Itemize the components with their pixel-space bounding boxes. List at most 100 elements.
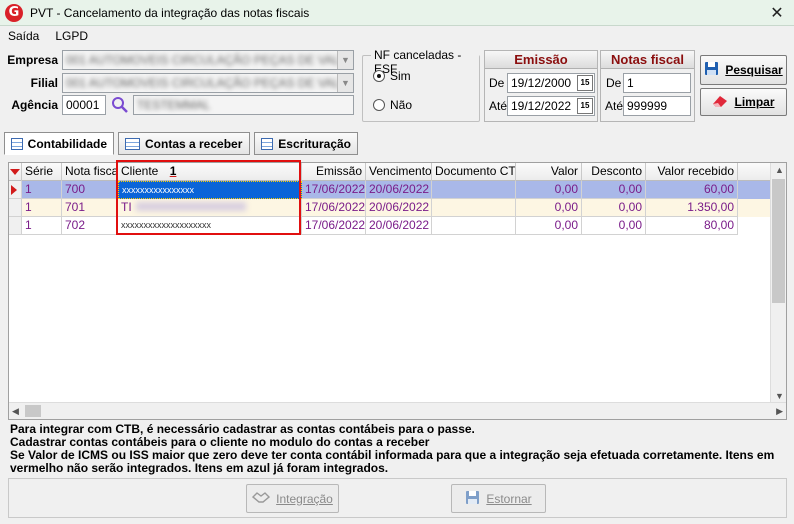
cell-emissao[interactable]: 17/06/2022 xyxy=(302,181,366,199)
estornar-button[interactable]: Estornar xyxy=(451,484,546,513)
app-logo-icon: G xyxy=(5,3,23,22)
cell-cliente[interactable]: TI xyxy=(118,199,302,217)
cell-serie[interactable]: 1 xyxy=(22,217,62,235)
row-pointer-icon xyxy=(11,185,17,195)
cell-serie[interactable]: 1 xyxy=(22,181,62,199)
tab-escrituracao-label: Escrituração xyxy=(278,136,351,151)
header-desconto[interactable]: Desconto xyxy=(582,163,646,181)
tab-contabilidade[interactable]: Contabilidade xyxy=(4,132,114,155)
radio-sim-dot[interactable] xyxy=(373,70,385,82)
cell-documento-ctb[interactable] xyxy=(432,181,516,199)
notas-de-input[interactable]: 1 xyxy=(623,73,691,93)
table-row[interactable]: 1 702 xxxxxxxxxxxxxxxxxxxx 17/06/2022 20… xyxy=(9,217,771,235)
cell-nota-fiscal[interactable]: 701 xyxy=(62,199,118,217)
radio-sim[interactable]: Sim xyxy=(373,69,411,83)
horizontal-scroll-thumb[interactable] xyxy=(25,405,41,417)
scroll-down-icon[interactable]: ▼ xyxy=(775,391,784,401)
table-row[interactable]: 1 701 TI 17/06/2022 20/06/2022 0,00 0,00… xyxy=(9,199,771,217)
header-indicator[interactable] xyxy=(9,163,22,181)
cell-emissao[interactable]: 17/06/2022 xyxy=(302,199,366,217)
tab-escrituracao[interactable]: Escrituração xyxy=(254,132,358,155)
save-disk-icon xyxy=(465,490,480,508)
cell-vencimento[interactable]: 20/06/2022 xyxy=(366,217,432,235)
chevron-down-icon[interactable]: ▼ xyxy=(337,74,353,92)
radio-nao-dot[interactable] xyxy=(373,99,385,111)
estornar-label: Estornar xyxy=(486,491,532,506)
row-indicator xyxy=(9,181,22,199)
cell-vencimento[interactable]: 20/06/2022 xyxy=(366,181,432,199)
cell-emissao[interactable]: 17/06/2022 xyxy=(302,217,366,235)
tab-contas-a-receber[interactable]: Contas a receber xyxy=(118,132,250,155)
cell-valor-recebido[interactable]: 60,00 xyxy=(646,181,738,199)
table-icon xyxy=(125,137,140,150)
save-disk-icon xyxy=(704,61,719,79)
cliente-sort-marker: 1 xyxy=(169,164,177,178)
cell-documento-ctb[interactable] xyxy=(432,199,516,217)
calendar-icon[interactable]: 15 xyxy=(577,75,593,91)
table-icon xyxy=(261,137,274,150)
filial-select[interactable]: 001 AUTOMOVEIS CIRCULAÇÃO PEÇAS DE VALEI… xyxy=(62,73,354,93)
notas-title: Notas fiscal xyxy=(601,51,694,69)
redacted-blur xyxy=(135,202,246,211)
pesquisar-button[interactable]: Pesquisar xyxy=(700,55,787,85)
agencia-code-input[interactable]: 00001 xyxy=(62,95,106,115)
search-icon[interactable] xyxy=(110,95,130,115)
calendar-icon[interactable]: 15 xyxy=(577,98,593,114)
cell-valor[interactable]: 0,00 xyxy=(516,199,582,217)
cell-nota-fiscal[interactable]: 700 xyxy=(62,181,118,199)
radio-nao-label: Não xyxy=(390,98,413,112)
cell-vencimento[interactable]: 20/06/2022 xyxy=(366,199,432,217)
empresa-select[interactable]: 001 AUTOMOVEIS CIRCULAÇÃO PEÇAS DE VALEI… xyxy=(62,50,354,70)
emissao-ate-label: Até xyxy=(489,99,508,113)
empresa-value: 001 AUTOMOVEIS CIRCULAÇÃO PEÇAS DE VALEI… xyxy=(66,53,354,67)
header-valor[interactable]: Valor xyxy=(516,163,582,181)
vertical-scroll-thumb[interactable] xyxy=(772,179,785,303)
horizontal-scrollbar[interactable]: ◀ ▶ xyxy=(9,402,786,419)
vertical-scrollbar[interactable]: ▲ ▼ xyxy=(770,163,786,403)
header-documento-ctb[interactable]: Documento CTB xyxy=(432,163,516,181)
close-icon[interactable]: ✕ xyxy=(768,3,786,23)
header-serie[interactable]: Série xyxy=(22,163,62,181)
agencia-name-field: TESTEMMAL xyxy=(133,95,354,115)
cell-nota-fiscal[interactable]: 702 xyxy=(62,217,118,235)
limpar-button[interactable]: Limpar xyxy=(700,88,787,116)
tab-contas-a-receber-label: Contas a receber xyxy=(145,136,243,151)
notas-ate-label: Até xyxy=(605,99,624,113)
cell-desconto[interactable]: 0,00 xyxy=(582,199,646,217)
header-emissao[interactable]: Emissão xyxy=(302,163,366,181)
table-row[interactable]: 1 700 xxxxxxxxxxxxxxxx 17/06/2022 20/06/… xyxy=(9,181,771,199)
cell-serie[interactable]: 1 xyxy=(22,199,62,217)
table-icon xyxy=(11,137,23,150)
cell-cliente[interactable]: xxxxxxxxxxxxxxxxxxxx xyxy=(118,217,302,235)
cell-desconto[interactable]: 0,00 xyxy=(582,217,646,235)
cell-desconto[interactable]: 0,00 xyxy=(582,181,646,199)
header-vencimento[interactable]: Vencimento xyxy=(366,163,432,181)
scroll-right-icon[interactable]: ▶ xyxy=(776,406,783,417)
cell-cliente[interactable]: xxxxxxxxxxxxxxxx xyxy=(118,181,302,199)
integracao-button[interactable]: Integração xyxy=(246,484,339,513)
scroll-left-icon[interactable]: ◀ xyxy=(12,406,19,417)
menu-lgpd[interactable]: LGPD xyxy=(47,29,96,43)
tab-contabilidade-label: Contabilidade xyxy=(27,136,107,151)
header-nota-fiscal[interactable]: Nota fiscal xyxy=(62,163,118,181)
grid-header: Série Nota fiscal Cliente 1 Emissão Venc… xyxy=(9,163,786,181)
notas-panel: Notas fiscal De 1 Até 999999 xyxy=(600,50,695,122)
chevron-down-icon[interactable]: ▼ xyxy=(337,51,353,69)
header-valor-recebido[interactable]: Valor recebido xyxy=(646,163,738,181)
cell-valor-recebido[interactable]: 1.350,00 xyxy=(646,199,738,217)
header-cliente-label: Cliente xyxy=(121,164,159,178)
radio-sim-label: Sim xyxy=(390,69,411,83)
menu-saida[interactable]: Saída xyxy=(0,29,47,43)
emissao-de-input[interactable]: 19/12/2000 15 xyxy=(507,73,595,93)
emissao-ate-input[interactable]: 19/12/2022 15 xyxy=(507,96,595,116)
cell-documento-ctb[interactable] xyxy=(432,217,516,235)
cell-valor[interactable]: 0,00 xyxy=(516,217,582,235)
cell-valor-recebido[interactable]: 80,00 xyxy=(646,217,738,235)
radio-nao[interactable]: Não xyxy=(373,98,412,112)
scroll-up-icon[interactable]: ▲ xyxy=(775,165,784,175)
notas-grid[interactable]: Série Nota fiscal Cliente 1 Emissão Venc… xyxy=(8,162,787,420)
header-cliente[interactable]: Cliente 1 xyxy=(118,163,302,181)
title-bar: G PVT - Cancelamento da integração das n… xyxy=(0,0,794,26)
cell-valor[interactable]: 0,00 xyxy=(516,181,582,199)
notas-ate-input[interactable]: 999999 xyxy=(623,96,691,116)
